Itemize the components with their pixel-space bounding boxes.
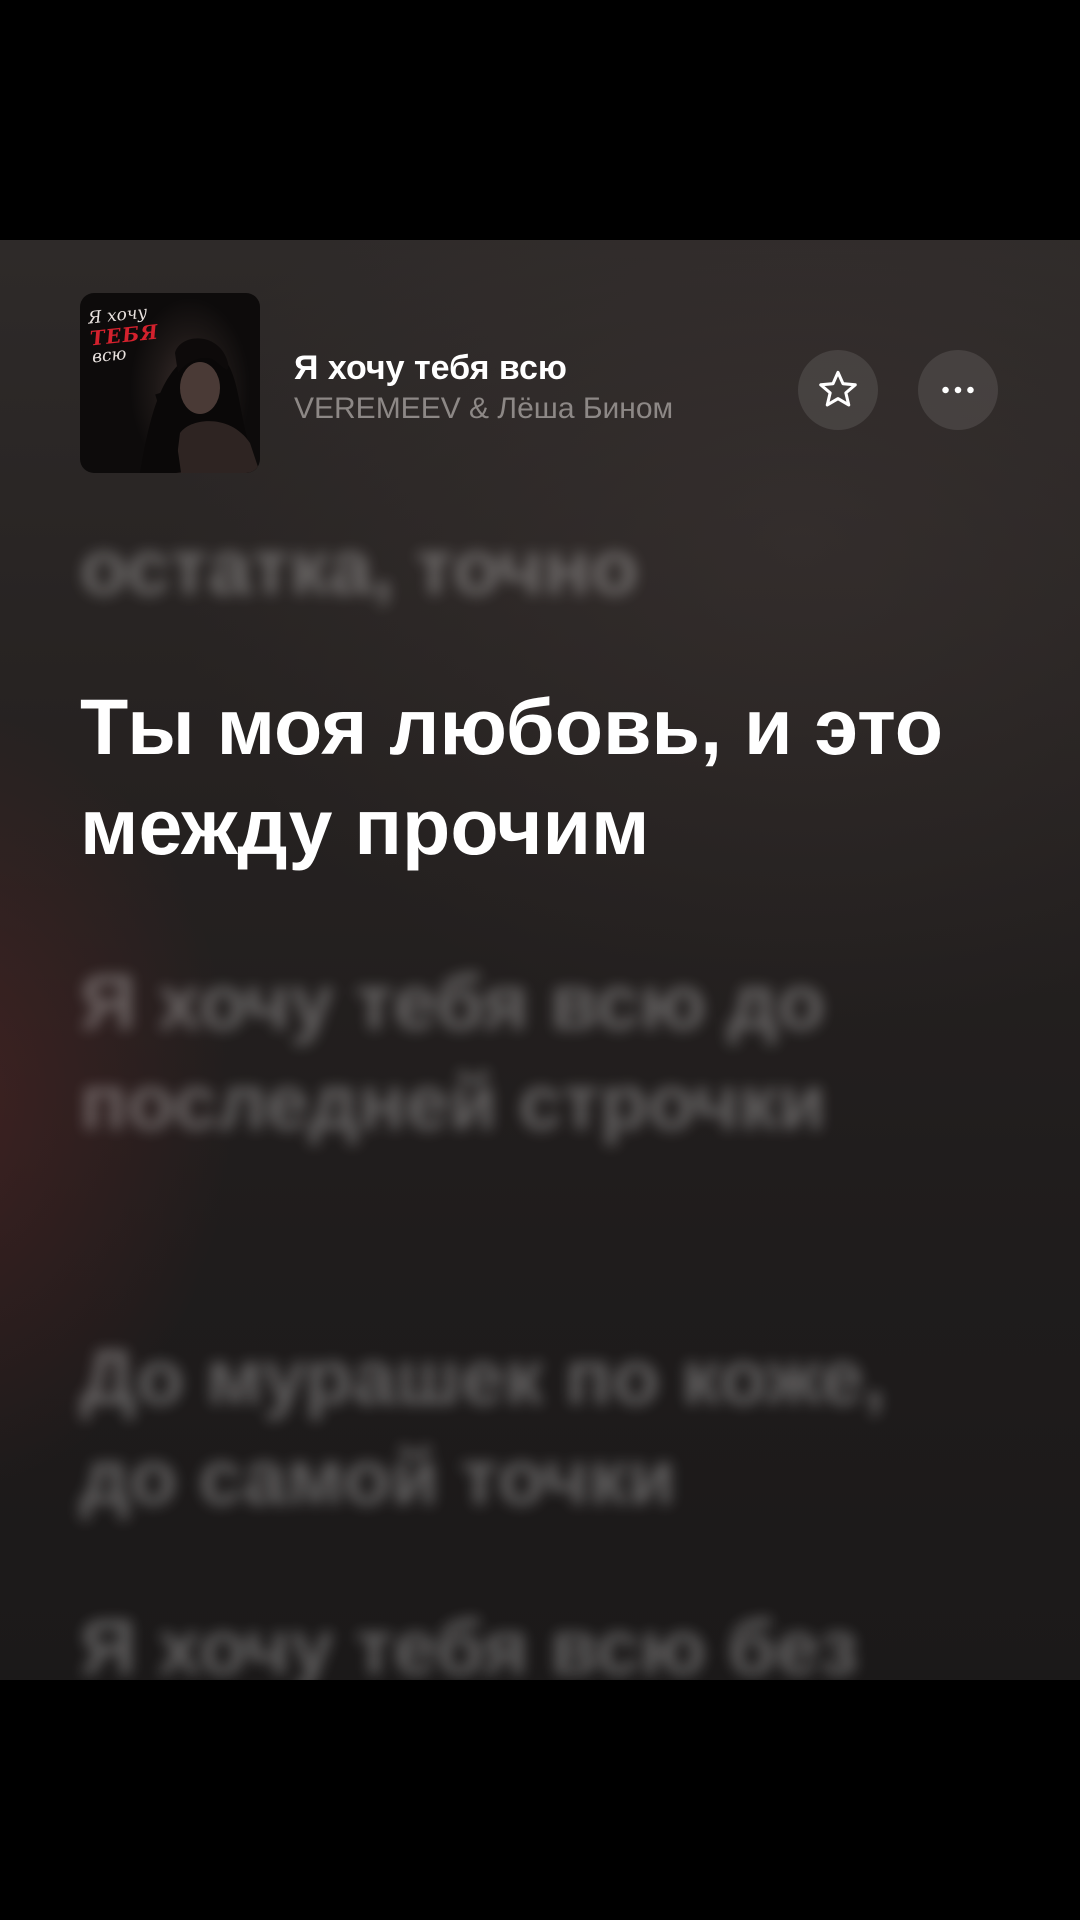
lyric-line-next-2[interactable]: До мурашек по коже, до самой точки [80,1327,980,1527]
track-title: Я хочу тебя всю [294,349,567,387]
track-artist: VEREMEEV & Лёша Бином [294,392,674,425]
cover-title: Я хочу ТЕБЯ всю [87,303,161,368]
lyric-line-previous[interactable]: остатка, точно [80,517,980,617]
lyric-line-next-1[interactable]: Я хочу тебя всю до последней строчки [80,952,980,1152]
ellipsis-icon [942,386,974,394]
lyric-line-current[interactable]: Ты моя любовь, и это между прочим [80,677,980,877]
more-options-button[interactable] [918,350,998,430]
track-info[interactable]: Я хочу тебя всю VEREMEEV & Лёша Бином [294,347,774,429]
lyrics-player: Я хочу ТЕБЯ всю Я хочу тебя всю VEREMEEV… [0,240,1080,1680]
now-playing-header: Я хочу ТЕБЯ всю Я хочу тебя всю VEREMEEV… [80,293,1000,473]
favorite-button[interactable] [798,350,878,430]
album-cover[interactable]: Я хочу ТЕБЯ всю [80,293,260,473]
lyric-line-next-3[interactable]: Я хочу тебя всю без [80,1597,980,1680]
star-outline-icon [819,370,857,407]
screen: Я хочу ТЕБЯ всю Я хочу тебя всю VEREMEEV… [0,0,1080,1920]
